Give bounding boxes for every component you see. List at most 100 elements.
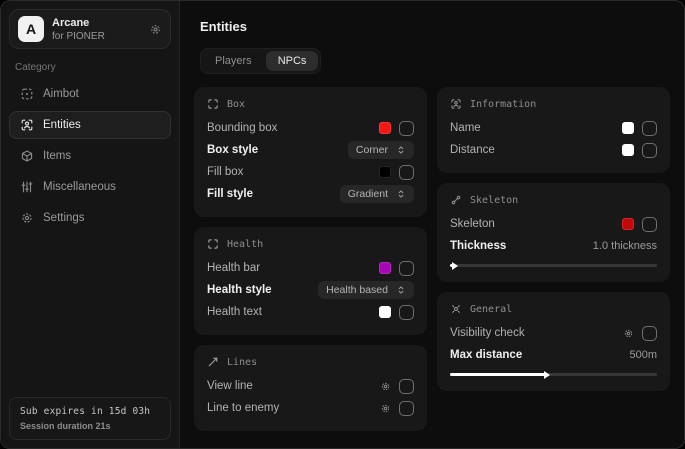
sidebar-item-entities[interactable]: Entities [9,111,171,139]
checkbox[interactable] [399,305,414,320]
card-general: General Visibility check Max distance [437,292,670,391]
color-swatch[interactable] [622,218,634,230]
sidebar-nav: Aimbot Entities Items [9,80,171,232]
color-swatch[interactable] [622,122,634,134]
tab-players[interactable]: Players [203,51,264,71]
card-title: Health [227,239,263,250]
card-title: Lines [227,357,257,368]
max-distance-slider-fill [450,373,545,376]
app-header: A Arcane for PIONER [9,9,171,49]
row-label: Box style [207,144,258,156]
row-view-line: View line [207,375,414,397]
card-title: General [470,304,512,315]
checkbox[interactable] [642,217,657,232]
unfold-icon [396,145,406,155]
color-swatch[interactable] [379,306,391,318]
checkbox[interactable] [399,379,414,394]
card-box: Box Bounding box Box style Corner [194,87,427,217]
session-duration-text: Session duration 21s [20,421,160,431]
row-gear-icon[interactable] [623,328,634,339]
row-label: Distance [450,144,495,156]
row-label: Line to enemy [207,402,279,414]
checkbox[interactable] [642,121,657,136]
checkbox[interactable] [399,121,414,136]
slider-value: 1.0 thickness [593,240,657,252]
checkbox[interactable] [399,401,414,416]
crosshair-scan-icon [20,87,34,101]
row-controls [379,305,414,320]
color-swatch[interactable] [379,166,391,178]
max-distance-slider[interactable] [450,373,657,376]
app-titles: Arcane for PIONER [52,17,141,42]
category-label: Category [15,62,165,73]
card-title: Box [227,99,245,110]
row-label: Thickness [450,240,506,252]
row-line-to-enemy: Line to enemy [207,397,414,419]
unfold-icon [396,189,406,199]
fill-style-select[interactable]: Gradient [340,185,414,203]
row-controls [623,326,657,341]
sidebar-item-settings[interactable]: Settings [9,204,171,232]
checkbox[interactable] [399,165,414,180]
checkbox[interactable] [399,261,414,276]
card-skeleton-header: Skeleton [450,194,657,206]
card-columns: Box Bounding box Box style Corner [194,87,670,431]
row-label: Bounding box [207,122,277,134]
header-settings-icon[interactable] [149,23,162,36]
row-label: Fill box [207,166,243,178]
row-thickness: Thickness 1.0 thickness [450,235,657,257]
sidebar-item-label: Aimbot [43,88,79,100]
sidebar-item-items[interactable]: Items [9,142,171,170]
row-controls [622,217,657,232]
select-value: Health based [326,284,388,296]
left-column: Box Bounding box Box style Corner [194,87,427,431]
row-health-bar: Health bar [207,257,414,279]
color-swatch[interactable] [379,262,391,274]
box-style-select[interactable]: Corner [348,141,414,159]
row-label: Fill style [207,188,253,200]
thickness-slider-fill [450,264,453,267]
color-swatch[interactable] [622,144,634,156]
row-controls [379,261,414,276]
health-style-select[interactable]: Health based [318,281,414,299]
tab-npcs[interactable]: NPCs [266,51,319,71]
sidebar-item-label: Miscellaneous [43,181,116,193]
row-visibility-check: Visibility check [450,322,657,344]
page-title: Entities [200,19,670,34]
package-icon [20,149,34,163]
sub-expiry-text: Sub expires in 15d 03h [20,406,160,417]
card-title: Information [470,99,536,110]
checkbox[interactable] [642,326,657,341]
row-gear-icon[interactable] [380,403,391,414]
row-gear-icon[interactable] [380,381,391,392]
card-general-header: General [450,303,657,315]
row-controls [379,121,414,136]
subscription-info: Sub expires in 15d 03h Session duration … [9,397,171,440]
tab-bar: Players NPCs [200,48,321,74]
sidebar-item-aimbot[interactable]: Aimbot [9,80,171,108]
app-name: Arcane [52,17,141,29]
row-name: Name [450,117,657,139]
row-label: Health style [207,284,272,296]
row-controls [380,379,414,394]
card-information: Information Name Distance [437,87,670,173]
sidebar-item-label: Settings [43,212,85,224]
card-health: Health Health bar Health style Health ba… [194,227,427,335]
card-lines-header: Lines [207,356,414,368]
select-value: Corner [356,144,388,156]
checkbox[interactable] [642,143,657,158]
app-logo: A [18,16,44,42]
card-information-header: Information [450,98,657,110]
row-health-style: Health style Health based [207,279,414,301]
sidebar-item-miscellaneous[interactable]: Miscellaneous [9,173,171,201]
sliders-icon [20,180,34,194]
row-label: Name [450,122,481,134]
thickness-slider[interactable] [450,264,657,267]
row-controls [622,143,657,158]
sidebar: A Arcane for PIONER Category A [1,1,180,448]
row-fill-box: Fill box [207,161,414,183]
sidebar-item-label: Entities [43,119,81,131]
color-swatch[interactable] [379,122,391,134]
card-lines: Lines View line Line to enemy [194,345,427,431]
row-max-distance: Max distance 500m [450,344,657,366]
